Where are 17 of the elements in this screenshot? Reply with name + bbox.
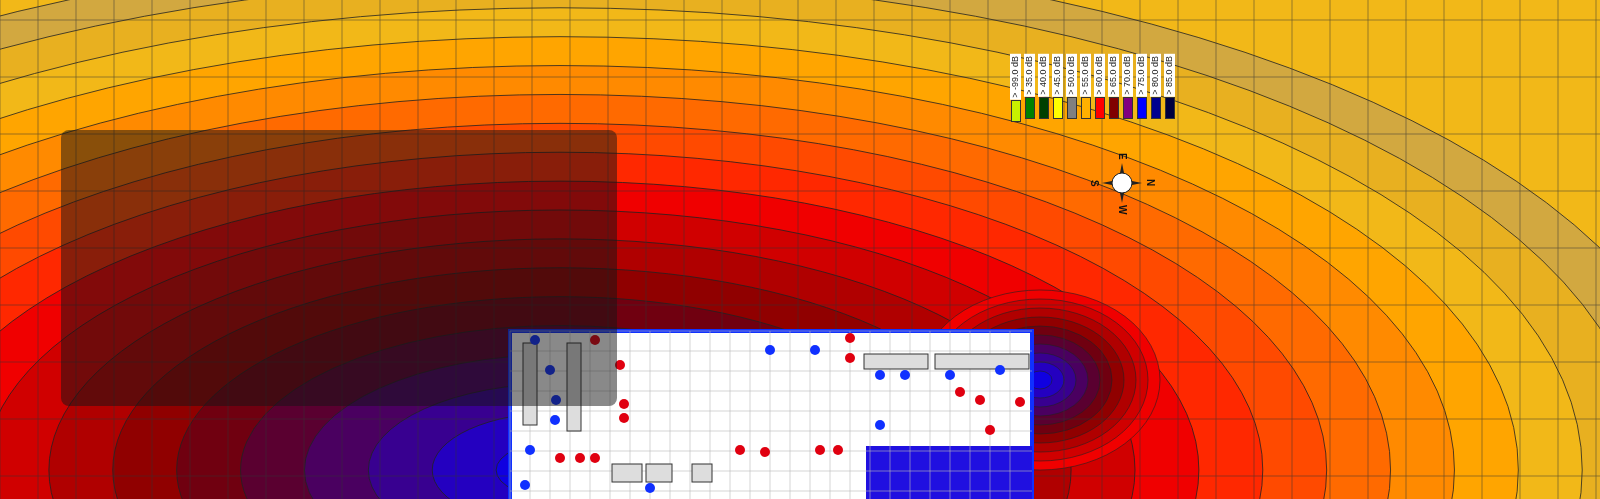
legend-label: > 70.0 dB	[1122, 54, 1133, 97]
legend-label: > 80.0 dB	[1150, 54, 1161, 97]
legend-label: > 35.0 dB	[1024, 54, 1035, 97]
compass-icon	[1102, 163, 1142, 203]
legend-label: > 60.0 dB	[1094, 54, 1105, 97]
legend-label: > 50.0 dB	[1066, 54, 1077, 97]
legend-label: > 45.0 dB	[1052, 54, 1063, 97]
legend-label: > 55.0 dB	[1080, 54, 1091, 97]
legend-label: > 85.0 dB	[1164, 54, 1175, 97]
compass-west-label: W	[1117, 205, 1127, 215]
compass-east-label: E	[1117, 153, 1127, 160]
compass-south-label: S	[1089, 180, 1099, 187]
legend-label: > -99.0 dB	[1010, 54, 1021, 100]
legend-label: > 40.0 dB	[1038, 54, 1049, 97]
legend-label: > 75.0 dB	[1136, 54, 1147, 97]
compass-north-label: N	[1145, 179, 1155, 187]
legend-label: > 65.0 dB	[1108, 54, 1119, 97]
